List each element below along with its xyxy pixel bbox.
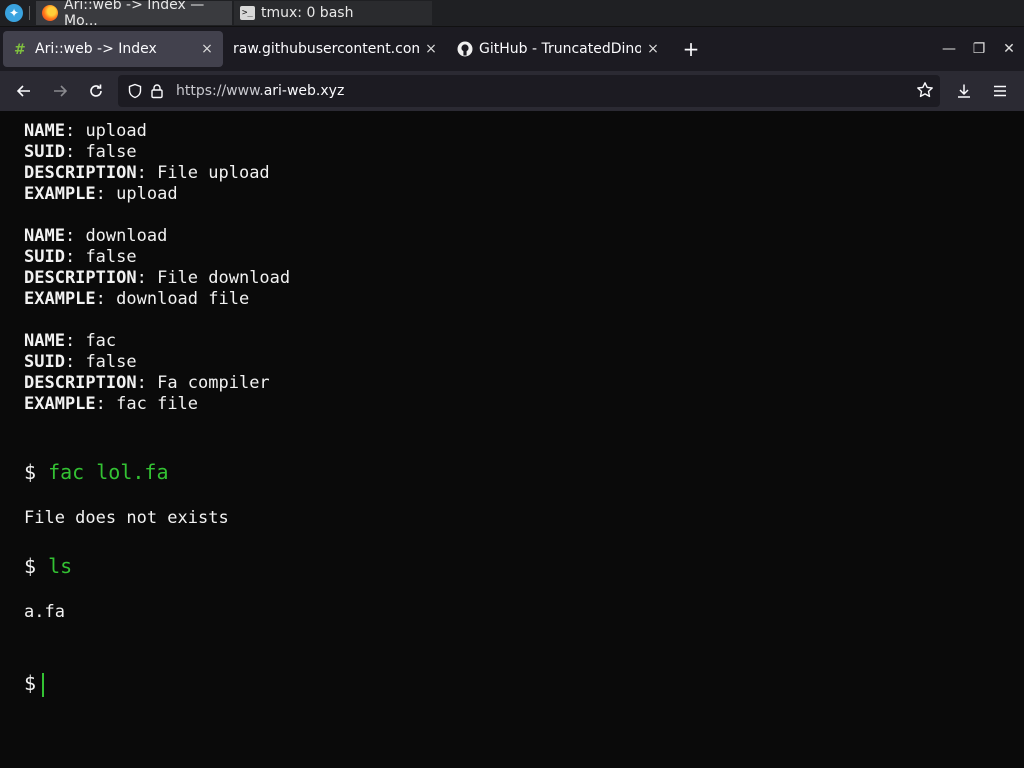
tab-raw-github[interactable]: raw.githubusercontent.com/ ×: [223, 31, 447, 67]
info-value: fac: [85, 331, 117, 351]
url-scheme: https://www.: [176, 83, 264, 99]
info-key: EXAMPLE: [24, 289, 96, 309]
info-value: fac file: [116, 394, 199, 414]
command-info-fac: NAME: fac SUID: false DESCRIPTION: Fa co…: [24, 331, 270, 415]
download-icon: [958, 84, 970, 98]
info-value: upload: [85, 121, 147, 141]
terminal-icon: >_: [240, 6, 255, 20]
info-line: EXAMPLE: fac file: [24, 394, 199, 414]
app-launcher-icon[interactable]: ✦: [5, 4, 23, 22]
entered-command: ls: [48, 554, 73, 578]
arrow-right-icon: [54, 85, 68, 97]
bookmark-star-icon[interactable]: [916, 81, 934, 103]
downloads-button[interactable]: [946, 75, 982, 107]
active-prompt-line[interactable]: $: [24, 670, 45, 697]
info-value: Fa compiler: [157, 373, 270, 393]
text-cursor: [42, 672, 45, 697]
info-value: upload: [116, 184, 178, 204]
svg-text:#: #: [14, 42, 26, 57]
close-tab-icon[interactable]: ×: [645, 41, 661, 57]
tab-label: Ari::web -> Index: [35, 41, 157, 57]
arrow-left-icon: [16, 85, 30, 97]
command-output: a.fa: [24, 602, 65, 622]
info-key: EXAMPLE: [24, 184, 96, 204]
info-value: File upload: [157, 163, 270, 183]
info-value: download file: [116, 289, 250, 309]
github-favicon-icon: [457, 41, 473, 57]
taskbar-task-firefox[interactable]: Ari::web -> Index — Mo...: [36, 0, 232, 29]
new-tab-button[interactable]: +: [677, 37, 705, 61]
tab-label: GitHub - TruncatedDinosa: [479, 41, 641, 57]
info-value: download: [85, 226, 168, 246]
command-output: File does not exists: [24, 508, 229, 528]
taskbar-task-label: tmux: 0 bash: [261, 5, 354, 21]
info-line: NAME: upload: [24, 121, 147, 141]
terminal-page[interactable]: NAME: upload SUID: false DESCRIPTION: Fi…: [0, 111, 1024, 768]
info-key: DESCRIPTION: [24, 268, 137, 288]
ari-web-favicon-icon: #: [13, 41, 29, 57]
tab-label: raw.githubusercontent.com/: [233, 41, 419, 57]
tab-github[interactable]: GitHub - TruncatedDinosa ×: [447, 31, 669, 67]
close-tab-icon[interactable]: ×: [423, 41, 439, 57]
command-info-download: NAME: download SUID: false DESCRIPTION: …: [24, 226, 290, 310]
info-key: NAME: [24, 331, 65, 351]
taskbar-task-terminal[interactable]: >_ tmux: 0 bash: [234, 1, 432, 25]
window-controls: — ❐ ✕: [934, 27, 1024, 71]
url-host: ari-web.xyz: [263, 83, 345, 99]
prompt-line: $ ls: [24, 553, 72, 579]
forward-button[interactable]: [42, 75, 78, 107]
taskbar-separator: [29, 6, 30, 20]
menu-button[interactable]: [982, 75, 1018, 107]
lock-icon[interactable]: [146, 83, 168, 99]
prompt-line: $ fac lol.fa: [24, 459, 169, 485]
reload-icon: [90, 84, 102, 97]
minimize-icon[interactable]: —: [934, 41, 964, 57]
prompt-symbol: $: [24, 554, 37, 578]
browser-tab-strip: # Ari::web -> Index × raw.githubusercont…: [0, 27, 1024, 71]
restore-icon[interactable]: ❐: [964, 41, 994, 57]
info-value: File download: [157, 268, 291, 288]
os-taskbar: ✦ Ari::web -> Index — Mo... >_ tmux: 0 b…: [0, 0, 1024, 29]
info-line: DESCRIPTION: Fa compiler: [24, 373, 270, 393]
tab-ari-web[interactable]: # Ari::web -> Index ×: [3, 31, 223, 67]
info-line: DESCRIPTION: File download: [24, 268, 291, 288]
toolbar-right: [946, 71, 1024, 111]
info-line: NAME: download: [24, 226, 168, 246]
command-info-upload: NAME: upload SUID: false DESCRIPTION: Fi…: [24, 121, 270, 205]
info-line: DESCRIPTION: File upload: [24, 163, 270, 183]
info-value: false: [85, 247, 137, 267]
entered-command: fac lol.fa: [48, 460, 169, 484]
prompt-symbol: $: [24, 671, 37, 695]
info-key: NAME: [24, 121, 65, 141]
hamburger-menu-icon: [994, 85, 1006, 97]
info-key: SUID: [24, 352, 65, 372]
navigation-bar: https://www.ari-web.xyz: [0, 71, 1024, 111]
info-key: DESCRIPTION: [24, 373, 137, 393]
firefox-icon: [42, 5, 58, 21]
info-line: SUID: false: [24, 352, 137, 372]
tracking-protection-shield-icon[interactable]: [124, 83, 146, 99]
reload-button[interactable]: [78, 75, 114, 107]
info-key: DESCRIPTION: [24, 163, 137, 183]
info-line: NAME: fac: [24, 331, 117, 351]
url-bar[interactable]: https://www.ari-web.xyz: [118, 75, 940, 107]
prompt-symbol: $: [24, 460, 37, 484]
close-tab-icon[interactable]: ×: [199, 41, 215, 57]
info-value: false: [85, 352, 137, 372]
info-key: EXAMPLE: [24, 394, 96, 414]
close-window-icon[interactable]: ✕: [994, 41, 1024, 57]
info-line: SUID: false: [24, 247, 137, 267]
info-line: SUID: false: [24, 142, 137, 162]
info-line: EXAMPLE: download file: [24, 289, 250, 309]
info-key: SUID: [24, 247, 65, 267]
info-key: SUID: [24, 142, 65, 162]
taskbar-task-label: Ari::web -> Index — Mo...: [64, 0, 205, 29]
back-button[interactable]: [6, 75, 42, 107]
info-line: EXAMPLE: upload: [24, 184, 178, 204]
info-key: NAME: [24, 226, 65, 246]
info-value: false: [85, 142, 137, 162]
url-text[interactable]: https://www.ari-web.xyz: [176, 83, 344, 99]
